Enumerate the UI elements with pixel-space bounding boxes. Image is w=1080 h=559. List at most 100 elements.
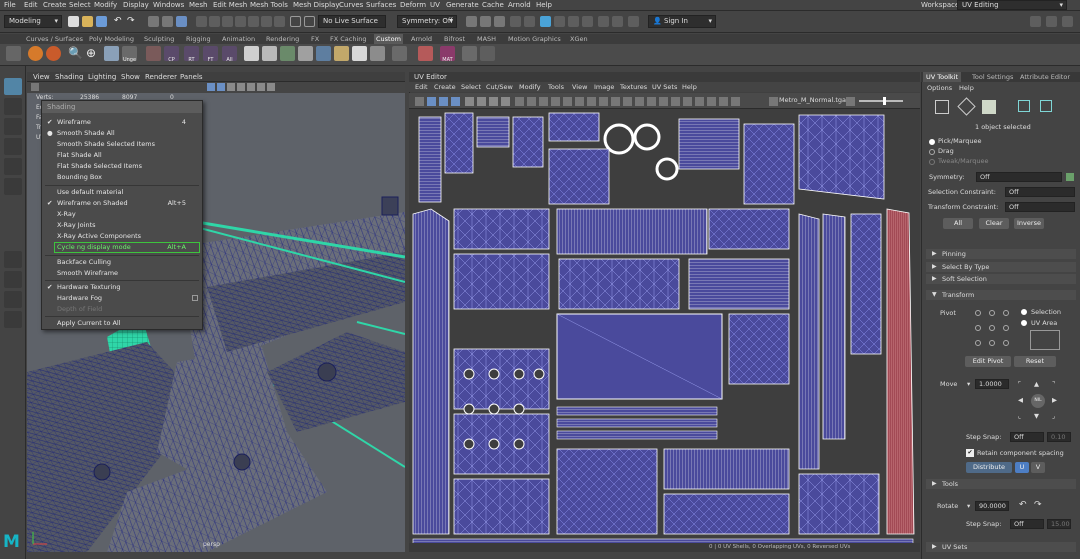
menu-generate[interactable]: Generate (446, 1, 479, 9)
pick-marquee-radio[interactable] (929, 139, 935, 145)
menu-mesh[interactable]: Mesh (189, 1, 207, 9)
move-up-icon[interactable]: ▲ (1034, 380, 1039, 388)
move-step-snap-amount[interactable]: 0.10 (1047, 432, 1071, 442)
shell-select-icon[interactable] (1040, 100, 1052, 112)
uv-menu-uv-sets[interactable]: UV Sets (652, 83, 677, 91)
pivot-mid-center[interactable] (989, 325, 995, 331)
two-pane-icon[interactable] (4, 291, 22, 308)
menu-item-flat-shade-selected[interactable]: Flat Shade Selected Items (42, 161, 202, 172)
image-toggle-icon[interactable] (527, 97, 536, 106)
rotate-ccw-icon[interactable]: ↶ (1019, 500, 1027, 510)
selection-constraint-dropdown[interactable]: Off (1005, 187, 1075, 197)
move-amount-field[interactable]: 1.0000 (975, 379, 1009, 389)
rotate-amount-field[interactable]: 90.0000 (975, 501, 1009, 511)
isolate-select-icon[interactable] (257, 83, 265, 91)
menu-edit-mesh[interactable]: Edit Mesh (213, 1, 247, 9)
component-mode-icon[interactable] (176, 16, 187, 27)
texture-name[interactable]: Metro_M_Normal.tga (779, 96, 846, 104)
menu-arnold[interactable]: Arnold (508, 1, 531, 9)
bevel-icon[interactable] (316, 46, 331, 61)
select-by-render-icon[interactable] (274, 16, 285, 27)
shelf-tab-bifrost[interactable]: Bifrost (444, 34, 465, 44)
pivot-top-left[interactable] (975, 310, 981, 316)
transform-constraint-dropdown[interactable]: Off (1005, 202, 1075, 212)
vp-menu-view[interactable]: View (33, 73, 50, 81)
shadows-toggle-icon[interactable] (247, 83, 255, 91)
section-pinning[interactable]: ▶ Pinning (926, 249, 1076, 259)
uv-editor-canvas[interactable] (409, 109, 920, 549)
menu-surfaces[interactable]: Surfaces (366, 1, 396, 9)
uv-menu-tools[interactable]: Tools (548, 83, 564, 91)
rotate-tool-icon[interactable] (4, 158, 22, 175)
edit-pivot-button[interactable]: Edit Pivot (965, 356, 1011, 367)
select-all-button[interactable]: All (943, 218, 973, 229)
pivot-bottom-right[interactable] (1003, 340, 1009, 346)
arnold-shader-icon[interactable] (568, 16, 579, 27)
render-frame-icon[interactable] (466, 16, 477, 27)
rotate-decrement-icon[interactable]: ▾ (967, 502, 970, 510)
move-up-left-icon[interactable]: ⌜ (1018, 380, 1021, 388)
menu-select[interactable]: Select (69, 1, 91, 9)
arnold-texture-icon[interactable] (582, 16, 593, 27)
pivot-selection-radio[interactable] (1021, 309, 1027, 315)
sign-in-dropdown[interactable]: 👤 Sign In ▾ (648, 15, 716, 28)
tab-attribute-editor[interactable]: Attribute Editor (1017, 72, 1073, 82)
undo-icon[interactable]: ↶ (114, 16, 125, 27)
uv-select-icon[interactable] (415, 97, 424, 106)
tab-uv-toolkit[interactable]: UV Toolkit (923, 72, 962, 82)
menu-item-wireframe[interactable]: ✔ Wireframe 4 (42, 117, 202, 128)
distribute-v-button[interactable]: V (1031, 462, 1045, 473)
single-pane-icon[interactable] (4, 251, 22, 268)
vp-menu-shading[interactable]: Shading (55, 73, 83, 81)
uv-menu-edit[interactable]: Edit (415, 83, 428, 91)
snapshot-uv-icon[interactable] (515, 97, 524, 106)
menu-item-wireframe-on-shaded[interactable]: ✔ Wireframe on Shaded Alt+5 (42, 198, 202, 209)
menu-item-flat-shade-all[interactable]: Flat Shade All (42, 150, 202, 161)
symmetry-dropdown[interactable]: Off (976, 172, 1062, 182)
move-left-icon[interactable]: ◀ (1018, 396, 1023, 404)
rotate-step-snap-amount[interactable]: 15.00 (1047, 519, 1071, 529)
menu-item-smooth-wireframe[interactable]: Smooth Wireframe (42, 268, 202, 279)
move-tool-icon[interactable] (4, 138, 22, 155)
uv-menu-help[interactable]: Help (682, 83, 697, 91)
outliner-icon[interactable] (480, 46, 495, 61)
sync-icon[interactable] (612, 16, 623, 27)
workspace-dropdown[interactable]: UV Editing ▾ (957, 0, 1067, 10)
section-transform[interactable]: ▼ Transform (926, 290, 1076, 300)
dim-image-icon[interactable] (539, 97, 548, 106)
snap-curve-icon[interactable] (304, 16, 315, 27)
inverse-selection-button[interactable]: Inverse (1014, 218, 1044, 229)
select-tool-icon[interactable] (4, 78, 22, 95)
menu-item-smooth-shade-selected[interactable]: Smooth Shade Selected Items (42, 139, 202, 150)
uv-texel-icon[interactable] (719, 97, 728, 106)
render-view-icon[interactable] (524, 16, 535, 27)
uv-menu-create[interactable]: Create (434, 83, 456, 91)
move-center-button[interactable]: NIL (1031, 394, 1045, 408)
menu-item-bounding-box[interactable]: Bounding Box (42, 172, 202, 183)
uv-select-icon[interactable] (1018, 100, 1030, 112)
uv-frame-icon[interactable] (647, 97, 656, 106)
merge-icon[interactable] (370, 46, 385, 61)
shaded-uv-icon[interactable] (477, 97, 486, 106)
new-scene-icon[interactable] (68, 16, 79, 27)
shelf-menu-icon[interactable] (6, 46, 21, 61)
uv-menu-cut-sew[interactable]: Cut/Sew (486, 83, 513, 91)
hypershade-icon[interactable] (510, 16, 521, 27)
menu-item-backface-culling[interactable]: Backface Culling (42, 257, 202, 268)
move-down-right-icon[interactable]: ⌟ (1052, 412, 1055, 420)
shelf-tab-rigging[interactable]: Rigging (186, 34, 211, 44)
arnold-light-icon[interactable] (554, 16, 565, 27)
shelf-tab-xgen[interactable]: XGen (570, 34, 588, 44)
symmetry-dropdown[interactable]: Symmetry: Off ▾ (397, 15, 457, 28)
shelf-tab-sculpting[interactable]: Sculpting (144, 34, 174, 44)
select-by-surface-icon[interactable] (235, 16, 246, 27)
uv-face-mode-icon[interactable] (451, 97, 460, 106)
outliner-layout-icon[interactable] (4, 311, 22, 328)
drag-radio[interactable] (929, 149, 935, 155)
pivot-uv-area-radio[interactable] (1021, 320, 1027, 326)
move-decrement-icon[interactable]: ▾ (967, 380, 970, 388)
face-select-icon[interactable] (982, 100, 996, 114)
menu-item-use-default-material[interactable]: Use default material (42, 187, 202, 198)
select-by-deform-icon[interactable] (248, 16, 259, 27)
ipr-render-icon[interactable] (480, 16, 491, 27)
